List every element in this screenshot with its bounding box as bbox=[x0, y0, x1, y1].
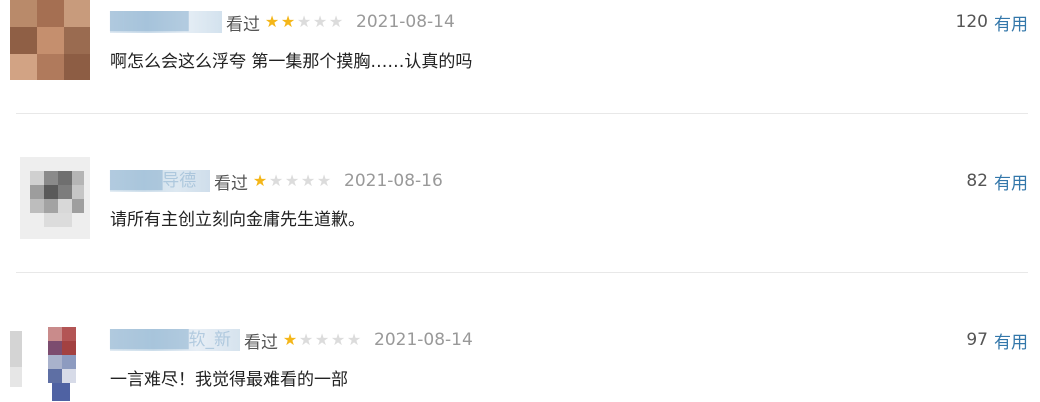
avatar[interactable] bbox=[10, 0, 90, 80]
star-filled-icon: ★ bbox=[252, 171, 268, 190]
watched-status: 看过 bbox=[226, 14, 260, 35]
useful-button[interactable]: 有用 bbox=[994, 169, 1028, 194]
star-empty-icon: ★ bbox=[268, 171, 284, 190]
star-empty-icon: ★ bbox=[312, 12, 328, 31]
vote-area: 82 有用 bbox=[966, 169, 1028, 194]
watched-status: 看过 bbox=[244, 332, 278, 353]
rating-stars: ★ ★ ★ ★ ★ bbox=[252, 173, 332, 189]
comment-meta: ████导德 看过 ★ ★ ★ ★ ★ 2021-08-16 bbox=[110, 169, 443, 194]
useful-button[interactable]: 有用 bbox=[994, 328, 1028, 353]
comment-meta: ██████软_新 看过 ★ ★ ★ ★ ★ 2021-08-14 bbox=[110, 328, 473, 353]
divider bbox=[16, 272, 1028, 273]
star-empty-icon: ★ bbox=[314, 330, 330, 349]
username-link[interactable]: ██████软_新 bbox=[110, 329, 240, 351]
comment-text: 啊怎么会这么浮夸 第一集那个摸胸……认真的吗 bbox=[110, 52, 473, 72]
star-empty-icon: ★ bbox=[330, 330, 346, 349]
star-filled-icon: ★ bbox=[282, 330, 298, 349]
watched-status: 看过 bbox=[214, 173, 248, 194]
useful-button[interactable]: 有用 bbox=[994, 10, 1028, 35]
vote-count: 97 bbox=[966, 330, 988, 350]
avatar[interactable] bbox=[20, 157, 90, 239]
username-text: ██████ bbox=[110, 12, 189, 32]
comment-date: 2021-08-14 bbox=[374, 330, 473, 350]
username-text: ████导德 bbox=[110, 171, 197, 191]
comment-item: ██████ 看过 ★ ★ ★ ★ ★ 2021-08-14 120 有用 啊怎么会这么… bbox=[0, 0, 1040, 100]
rating-stars: ★ ★ ★ ★ ★ bbox=[264, 14, 344, 30]
divider bbox=[16, 113, 1028, 114]
vote-area: 120 有用 bbox=[955, 10, 1028, 35]
star-empty-icon: ★ bbox=[296, 12, 312, 31]
username-link[interactable]: ██████ bbox=[110, 11, 222, 33]
vote-count: 120 bbox=[955, 12, 988, 32]
star-empty-icon: ★ bbox=[346, 330, 362, 349]
comment-item: ██████软_新 看过 ★ ★ ★ ★ ★ 2021-08-14 97 有用 一言难尽… bbox=[0, 318, 1040, 402]
rating-stars: ★ ★ ★ ★ ★ bbox=[282, 332, 362, 348]
star-empty-icon: ★ bbox=[328, 12, 344, 31]
star-empty-icon: ★ bbox=[284, 171, 300, 190]
comment-date: 2021-08-14 bbox=[356, 12, 455, 32]
vote-area: 97 有用 bbox=[966, 328, 1028, 353]
star-filled-icon: ★ bbox=[280, 12, 296, 31]
star-empty-icon: ★ bbox=[300, 171, 316, 190]
username-link[interactable]: ████导德 bbox=[110, 170, 210, 192]
star-empty-icon: ★ bbox=[298, 330, 314, 349]
vote-count: 82 bbox=[966, 171, 988, 191]
star-empty-icon: ★ bbox=[316, 171, 332, 190]
star-filled-icon: ★ bbox=[264, 12, 280, 31]
comment-text: 请所有主创立刻向金庸先生道歉。 bbox=[110, 210, 365, 230]
username-text: ██████软_新 bbox=[110, 330, 231, 350]
comment-item: ████导德 看过 ★ ★ ★ ★ ★ 2021-08-16 82 有用 请所有主创立刻… bbox=[0, 157, 1040, 257]
comment-meta: ██████ 看过 ★ ★ ★ ★ ★ 2021-08-14 bbox=[110, 10, 455, 35]
comment-text: 一言难尽！我觉得最难看的一部 bbox=[110, 370, 348, 390]
comment-date: 2021-08-16 bbox=[344, 171, 443, 191]
avatar[interactable] bbox=[8, 323, 90, 402]
